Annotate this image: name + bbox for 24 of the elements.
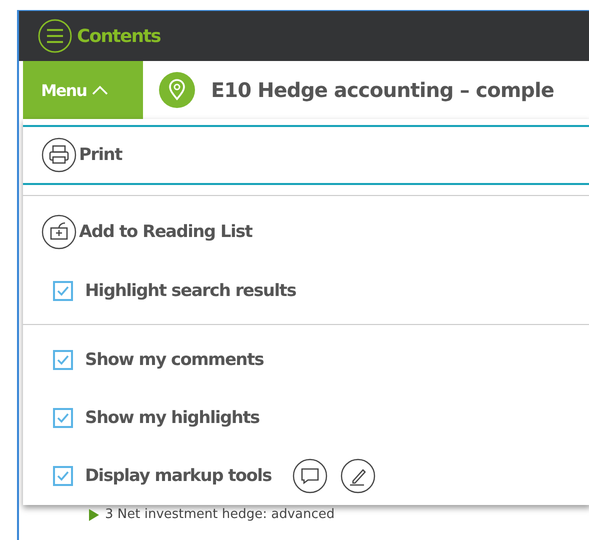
reading-list-icon[interactable] (41, 214, 77, 250)
option-label[interactable]: Highlight search results (85, 281, 296, 301)
option-label[interactable]: Show my comments (85, 350, 264, 370)
contents-label[interactable]: Contents (77, 26, 160, 46)
comment-icon[interactable] (292, 458, 328, 494)
option-label[interactable]: Display markup tools (85, 466, 272, 486)
add-to-reading-list-item[interactable]: Add to Reading List (79, 222, 252, 242)
menu-icon[interactable] (37, 18, 73, 54)
checkmark-icon (57, 413, 69, 423)
checkmark-icon (57, 355, 69, 365)
page-title: E10 Hedge accounting – comple (211, 78, 554, 102)
checkmark-icon (57, 471, 69, 481)
checkbox[interactable] (53, 466, 73, 486)
contents-item[interactable]: 3 Net investment hedge: advanced (105, 507, 335, 522)
checkmark-icon (57, 286, 69, 296)
print-item[interactable]: Print (79, 145, 122, 165)
printer-icon[interactable] (41, 137, 77, 173)
checkbox[interactable] (53, 281, 73, 301)
option-label[interactable]: Show my highlights (85, 408, 260, 428)
triangle-icon (89, 508, 99, 520)
checkbox[interactable] (53, 408, 73, 428)
checkbox[interactable] (53, 350, 73, 370)
caret-icon (90, 84, 109, 96)
pen-icon[interactable] (340, 458, 376, 494)
